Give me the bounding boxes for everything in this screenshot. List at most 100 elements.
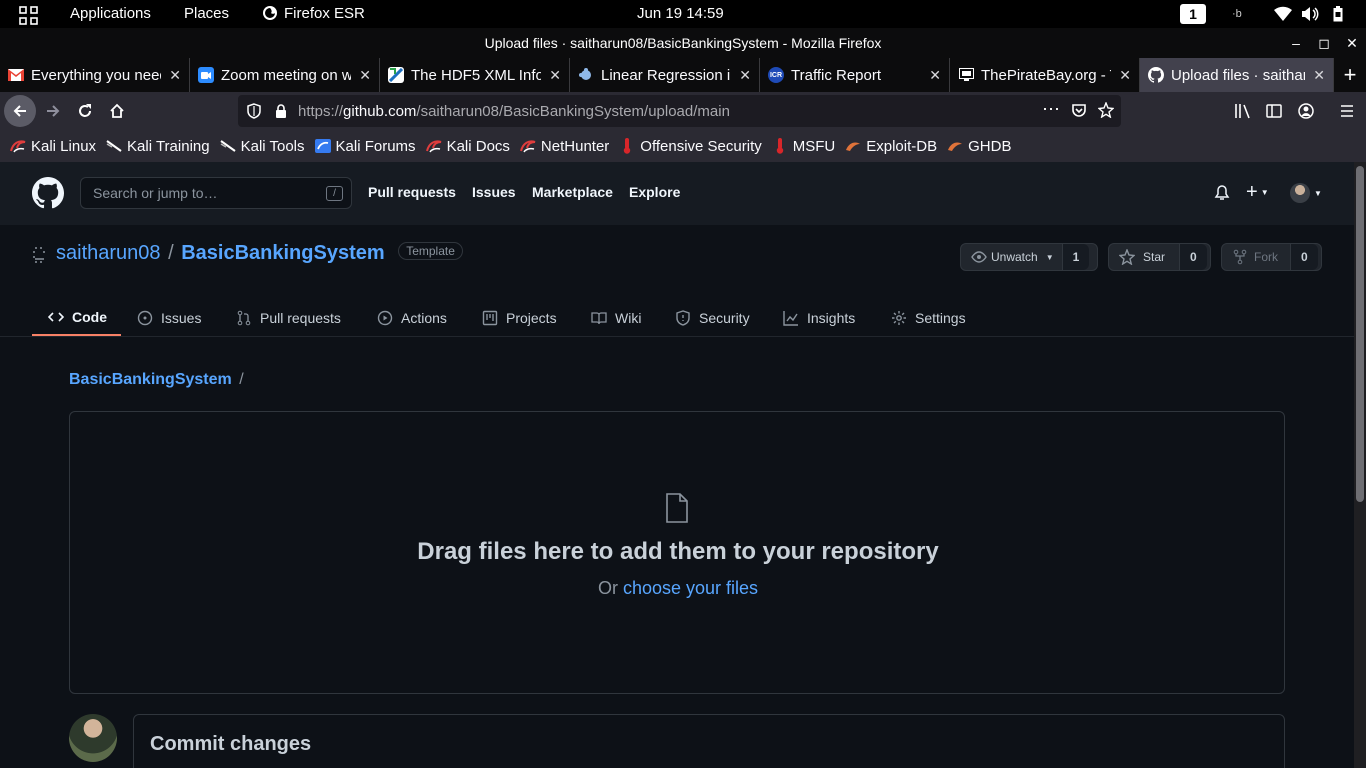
nav-marketplace[interactable]: Marketplace (532, 184, 613, 200)
search-placeholder: Search or jump to… (93, 185, 218, 201)
page-scrollbar[interactable] (1354, 162, 1366, 768)
hamburger-menu-icon[interactable] (1339, 103, 1355, 119)
issue-icon (137, 310, 153, 326)
account-icon[interactable] (1298, 103, 1314, 119)
kali-forums-icon (314, 138, 331, 154)
bookmark-kali-docs[interactable]: Kali Docs (425, 137, 510, 155)
sidebar-icon[interactable] (1266, 103, 1282, 119)
browser-tab[interactable]: Zoom meeting on web ✕ (190, 58, 380, 92)
close-tab-icon[interactable]: ✕ (1119, 67, 1131, 84)
scrollbar-thumb[interactable] (1356, 166, 1364, 502)
firefox-icon (263, 6, 277, 21)
bookmark-exploit-db[interactable]: Exploit-DB (845, 138, 937, 155)
tab-issues[interactable]: Issues (137, 300, 201, 336)
star-button[interactable]: Star 0 (1108, 243, 1211, 271)
applications-menu[interactable]: Applications (70, 0, 151, 28)
browser-tab-active[interactable]: Upload files · saithar ✕ (1140, 58, 1334, 92)
clock[interactable]: Jun 19 14:59 (637, 0, 724, 28)
wifi-icon[interactable] (1274, 0, 1292, 28)
create-new-menu[interactable]: + ▼ (1246, 182, 1269, 203)
bookmark-offensive-security[interactable]: Offensive Security (619, 138, 762, 155)
app-grid-icon[interactable] (19, 0, 39, 28)
tab-projects[interactable]: Projects (482, 300, 557, 336)
close-tab-icon[interactable]: ✕ (359, 67, 371, 84)
bookmark-kali-training[interactable]: Kali Training (106, 138, 210, 155)
watch-count[interactable]: 1 (1061, 244, 1090, 270)
bookmark-kali-tools[interactable]: Kali Tools (220, 138, 305, 155)
browser-tab[interactable]: The HDF5 XML Info ✕ (380, 58, 570, 92)
eye-icon (971, 251, 987, 263)
lock-icon (276, 104, 286, 118)
bookmark-star-icon[interactable] (1098, 102, 1114, 118)
repo-owner-link[interactable]: saitharun08 (56, 242, 161, 264)
close-tab-icon[interactable]: ✕ (1313, 67, 1325, 84)
tab-label: Security (699, 310, 750, 326)
nav-explore[interactable]: Explore (629, 184, 680, 200)
kali-tools-icon (220, 138, 236, 154)
tab-insights[interactable]: Insights (783, 300, 855, 336)
tab-code[interactable]: Code (32, 300, 121, 336)
hdf5-icon (388, 67, 404, 83)
choose-files-link[interactable]: choose your files (623, 578, 758, 598)
page-actions-icon[interactable]: ⋯ (1042, 99, 1060, 120)
kali-dragon-icon (10, 138, 26, 154)
repo-name-link[interactable]: BasicBankingSystem (181, 242, 384, 264)
tab-label: Pull requests (260, 310, 341, 326)
tab-security[interactable]: Security (675, 300, 750, 336)
new-tab-button[interactable]: + (1334, 58, 1366, 92)
tab-actions[interactable]: Actions (377, 300, 447, 336)
fork-button[interactable]: Fork 0 (1221, 243, 1322, 271)
avatar (1290, 183, 1310, 203)
bookmark-ghdb[interactable]: GHDB (947, 138, 1011, 155)
bookmark-label: Kali Docs (446, 137, 510, 155)
bookmark-kali-forums[interactable]: Kali Forums (314, 137, 416, 155)
back-button[interactable] (4, 95, 36, 127)
tab-pull-requests[interactable]: Pull requests (236, 300, 341, 336)
file-drop-zone[interactable]: Drag files here to add them to your repo… (69, 411, 1285, 694)
browser-tab[interactable]: ThePirateBay.org - T ✕ (950, 58, 1140, 92)
close-tab-icon[interactable]: ✕ (739, 67, 751, 84)
bookmark-msfu[interactable]: MSFU (772, 138, 835, 155)
home-button[interactable] (109, 103, 125, 124)
watch-button[interactable]: Unwatch ▼ 1 (960, 243, 1098, 271)
repo-title: saitharun08 / BasicBankingSystem Templat… (56, 242, 463, 265)
firefox-app-menu[interactable]: Firefox ESR (262, 0, 365, 28)
places-menu[interactable]: Places (184, 0, 229, 28)
nav-pull-requests[interactable]: Pull requests (368, 184, 456, 200)
user-avatar-menu[interactable]: ▼ (1290, 183, 1322, 203)
close-tab-icon[interactable]: ✕ (169, 67, 181, 84)
browser-tab[interactable]: ICR Traffic Report ✕ (760, 58, 950, 92)
project-icon (482, 310, 498, 326)
star-count[interactable]: 0 (1179, 244, 1207, 270)
browser-tab[interactable]: Everything you need ✕ (0, 58, 190, 92)
fork-count[interactable]: 0 (1290, 244, 1318, 270)
url-bar[interactable]: https://github.com/saitharun08/BasicBank… (238, 95, 1121, 127)
notification-bell-icon[interactable] (1214, 185, 1230, 201)
github-search-input[interactable]: Search or jump to… / (80, 177, 352, 209)
dropzone-title: Drag files here to add them to your repo… (417, 538, 939, 565)
breadcrumb-repo-link[interactable]: BasicBankingSystem (69, 371, 232, 388)
library-icon[interactable] (1234, 103, 1252, 119)
browser-tab[interactable]: Linear Regression in ✕ (570, 58, 760, 92)
close-tab-icon[interactable]: ✕ (549, 67, 561, 84)
bookmark-kali-linux[interactable]: Kali Linux (10, 138, 96, 155)
tab-wiki[interactable]: Wiki (591, 300, 641, 336)
bookmark-label: Kali Forums (335, 137, 416, 155)
volume-icon[interactable] (1301, 0, 1319, 28)
minimize-icon[interactable]: – (1290, 35, 1302, 51)
maximize-icon[interactable]: ◻ (1318, 35, 1330, 52)
tab-settings[interactable]: Settings (891, 300, 966, 336)
tray-indicator[interactable]: ·b (1232, 0, 1242, 28)
search-shortcut-key: / (326, 186, 343, 201)
github-logo-icon[interactable] (32, 177, 64, 209)
workspace-indicator[interactable]: 1 (1180, 4, 1206, 24)
reload-button[interactable] (77, 103, 93, 124)
fork-icon (1233, 249, 1247, 265)
close-window-icon[interactable]: ✕ (1346, 35, 1358, 52)
battery-icon[interactable] (1333, 0, 1343, 28)
nav-issues[interactable]: Issues (472, 184, 516, 200)
forward-button[interactable] (45, 103, 61, 124)
pocket-icon[interactable] (1071, 103, 1087, 119)
close-tab-icon[interactable]: ✕ (929, 67, 941, 84)
bookmark-nethunter[interactable]: NetHunter (519, 138, 609, 155)
